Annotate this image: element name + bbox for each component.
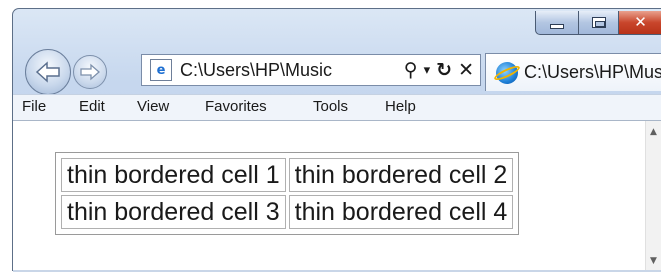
search-icon[interactable]: ⚲ [404, 60, 418, 80]
menu-item-edit[interactable]: Edit [79, 98, 105, 115]
ie-page-icon: e [150, 59, 172, 81]
chevron-down-icon[interactable]: ▾ [424, 64, 431, 77]
tab-active[interactable]: C:\Users\HP\Music [485, 53, 661, 91]
table-row: thin bordered cell 3 thin bordered cell … [61, 195, 514, 229]
scroll-down-icon[interactable]: ▼ [650, 256, 657, 266]
table-row: thin bordered cell 1 thin bordered cell … [61, 158, 514, 192]
close-icon: ✕ [634, 13, 647, 31]
menu-item-file[interactable]: File [22, 98, 46, 115]
forward-arrow-icon [80, 63, 100, 81]
address-input[interactable]: C:\Users\HP\Music [180, 60, 332, 81]
maximize-icon [591, 17, 606, 28]
table-cell: thin bordered cell 3 [61, 195, 286, 229]
menu-item-view[interactable]: View [137, 98, 169, 115]
maximize-button[interactable] [579, 11, 619, 35]
table-cell: thin bordered cell 4 [288, 195, 514, 229]
menu-bar: File Edit View Favorites Tools Help [13, 94, 661, 120]
menu-item-favorites[interactable]: Favorites [205, 98, 267, 115]
back-arrow-icon [35, 61, 60, 83]
back-button[interactable] [25, 49, 71, 95]
minimize-icon [550, 24, 564, 29]
bordered-table: thin bordered cell 1 thin bordered cell … [55, 152, 520, 235]
scroll-up-icon[interactable]: ▲ [650, 127, 657, 137]
tab-title: C:\Users\HP\Music [524, 62, 661, 82]
menu-item-tools[interactable]: Tools [313, 98, 348, 115]
close-button[interactable]: ✕ [619, 11, 661, 35]
vertical-scrollbar[interactable]: ▲ ▼ [645, 121, 661, 272]
ie-logo-icon [496, 61, 518, 84]
browser-window: ✕ e C:\Users\HP\Music ⚲ ▾ ↻ ✕ C:\Users\H… [12, 8, 661, 272]
minimize-button[interactable] [535, 11, 579, 35]
forward-button[interactable] [73, 55, 107, 89]
address-bar[interactable]: e C:\Users\HP\Music ⚲ ▾ ↻ ✕ [141, 54, 481, 86]
caption-buttons: ✕ [535, 11, 661, 35]
page-content: thin bordered cell 1 thin bordered cell … [13, 120, 661, 272]
menu-item-help[interactable]: Help [385, 98, 416, 115]
table-cell: thin bordered cell 2 [288, 158, 514, 192]
refresh-icon[interactable]: ↻ [436, 60, 452, 80]
table-cell: thin bordered cell 1 [61, 158, 286, 192]
stop-icon[interactable]: ✕ [458, 60, 474, 80]
address-tools: ⚲ ▾ ↻ ✕ [404, 55, 474, 85]
navigation-bar: e C:\Users\HP\Music ⚲ ▾ ↻ ✕ C:\Users\HP\… [13, 49, 661, 95]
